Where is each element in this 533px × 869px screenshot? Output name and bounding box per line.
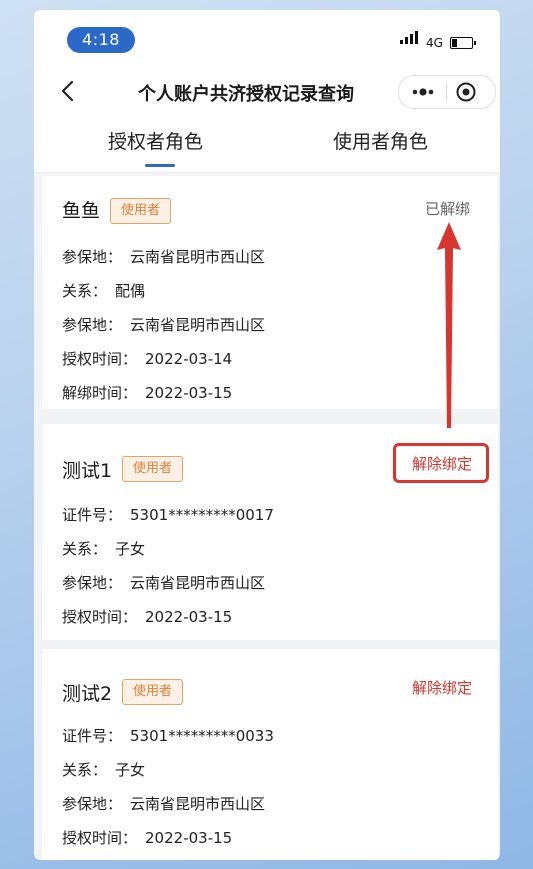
record-field: 授权时间： 2022-03-14 (62, 348, 232, 369)
field-value: 2022-03-14 (145, 350, 233, 368)
unbound-status: 已解绑 (424, 200, 470, 218)
field-label: 参保地： (62, 316, 123, 334)
field-value: 云南省昆明市西山区 (130, 248, 266, 266)
tab-grantor[interactable]: 授权者角色 (108, 127, 203, 154)
field-label: 参保地： (62, 795, 123, 813)
field-value: 云南省昆明市西山区 (130, 574, 266, 592)
mini-program-capsule (398, 75, 496, 109)
role-badge: 使用者 (122, 456, 184, 482)
more-icon[interactable] (408, 85, 438, 99)
page-title: 个人账户共济授权记录查询 (138, 84, 354, 105)
field-value: 2022-03-15 (145, 608, 233, 626)
target-icon[interactable] (455, 81, 477, 103)
field-value: 5301*********0033 (130, 727, 274, 745)
field-value: 子女 (115, 761, 146, 779)
field-value: 云南省昆明市西山区 (130, 316, 266, 334)
field-value: 2022-03-15 (145, 384, 233, 402)
field-label: 授权时间： (62, 608, 138, 626)
status-time: 4:18 (67, 27, 135, 53)
record-field: 参保地： 云南省昆明市西山区 (62, 793, 265, 814)
field-label: 关系： (62, 761, 108, 779)
back-icon[interactable] (56, 78, 82, 104)
active-tab-indicator (145, 164, 175, 167)
record-field: 关系： 子女 (62, 759, 145, 780)
record-field: 参保地： 云南省昆明市西山区 (62, 246, 265, 267)
field-value: 5301*********0017 (130, 506, 274, 524)
record-name: 鱼鱼 (62, 200, 101, 222)
record-field: 证件号： 5301*********0017 (62, 504, 274, 525)
record-field: 授权时间： 2022-03-15 (62, 606, 232, 627)
role-tabs: 授权者角色 使用者角色 (34, 120, 500, 173)
field-value: 配偶 (115, 282, 146, 300)
status-bar: 4:18 4G (34, 10, 500, 62)
field-value: 2022-03-15 (145, 829, 233, 847)
field-label: 授权时间： (62, 829, 138, 847)
tab-user[interactable]: 使用者角色 (333, 127, 428, 154)
field-label: 参保地： (62, 574, 123, 592)
field-label: 解绑时间： (62, 384, 138, 402)
unbind-button[interactable]: 解除绑定 (412, 453, 472, 474)
record-field: 授权时间： 2022-03-15 (62, 827, 232, 848)
record-field: 证件号： 5301*********0033 (62, 725, 274, 746)
field-value: 子女 (115, 540, 146, 558)
record-name: 测试2 (62, 683, 113, 705)
record-field: 参保地： 云南省昆明市西山区 (62, 572, 265, 593)
record-field: 参保地： 云南省昆明市西山区 (62, 314, 265, 335)
record-card: 测试1 使用者 解除绑定 证件号： 5301*********0017 关系： 子女… (42, 424, 498, 640)
record-field: 关系： 配偶 (62, 280, 145, 301)
role-badge: 使用者 (122, 679, 184, 705)
record-card: 鱼鱼 使用者 已解绑 参保地： 云南省昆明市西山区 关系： 配偶 参保地： 云南省昆明… (42, 176, 498, 409)
battery-tip (474, 41, 476, 45)
phone-screen: 4:18 4G 个人账户共济授权记录查询 授权者角色 使用者角色 鱼鱼 使用者 … (34, 10, 500, 860)
record-card: 测试2 使用者 解除绑定 证件号： 5301*********0033 关系： 子女… (42, 649, 498, 860)
unbind-button[interactable]: 解除绑定 (412, 677, 472, 698)
record-field: 解绑时间： 2022-03-15 (62, 382, 232, 403)
field-label: 证件号： (62, 727, 123, 745)
battery-icon (450, 37, 473, 49)
field-label: 关系： (62, 282, 108, 300)
field-label: 授权时间： (62, 350, 138, 368)
record-field: 关系： 子女 (62, 538, 145, 559)
network-label: 4G (426, 36, 443, 50)
field-label: 关系： (62, 540, 108, 558)
nav-bar: 个人账户共济授权记录查询 (34, 62, 500, 120)
role-badge: 使用者 (110, 198, 172, 224)
record-name: 测试1 (62, 460, 113, 482)
field-value: 云南省昆明市西山区 (130, 795, 266, 813)
field-label: 参保地： (62, 248, 123, 266)
field-label: 证件号： (62, 506, 123, 524)
